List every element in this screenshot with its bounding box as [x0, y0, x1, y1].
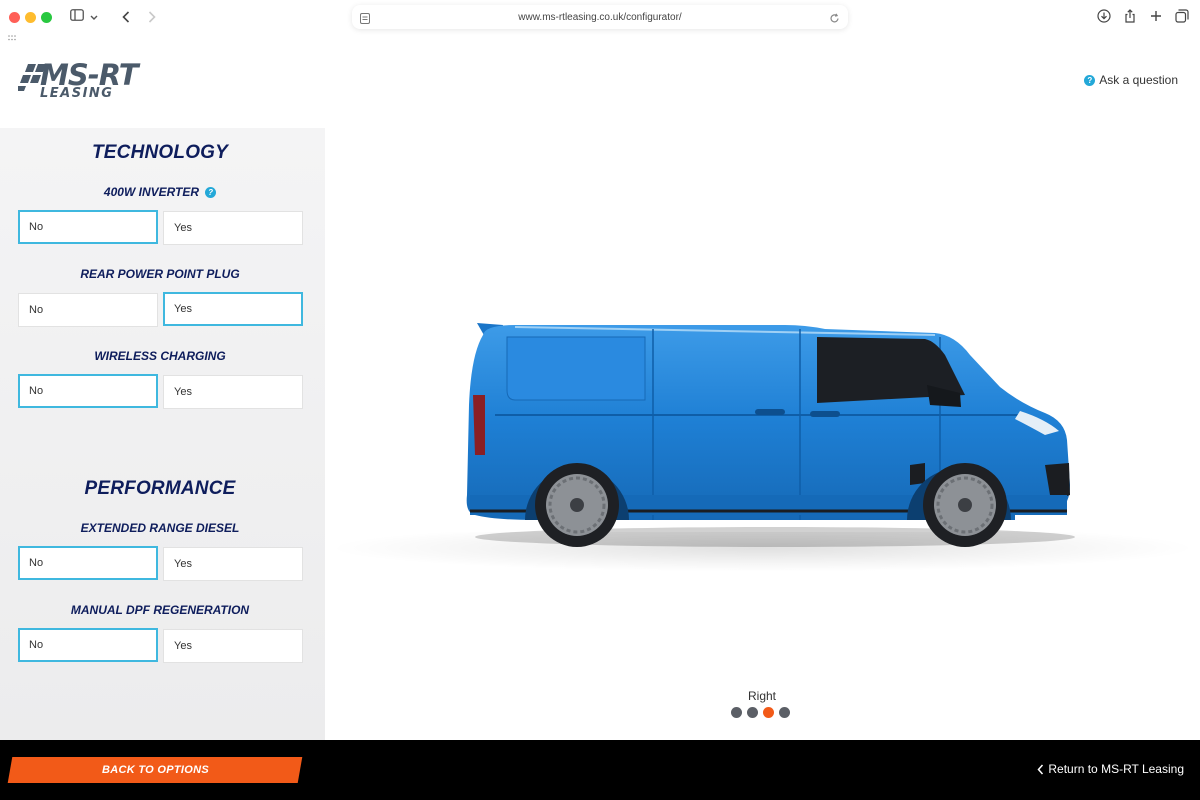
tab-overview-icon[interactable] — [1174, 8, 1190, 24]
view-dot-1[interactable] — [731, 707, 742, 718]
inverter-no-button[interactable]: No — [18, 210, 158, 244]
site-logo[interactable]: MS-RT LEASING — [18, 58, 158, 102]
chevron-down-icon — [90, 8, 98, 26]
view-angle-label: Right — [747, 689, 776, 703]
chevron-left-icon — [122, 11, 130, 23]
options-panel: TECHNOLOGY 400W INVERTER ? No Yes REAR P… — [0, 128, 325, 740]
rear-power-yes-button[interactable]: Yes — [163, 292, 303, 326]
page-settings-icon[interactable] — [360, 11, 370, 29]
van-image[interactable] — [455, 315, 1095, 555]
share-icon[interactable] — [1122, 8, 1138, 24]
view-dot-4[interactable] — [779, 707, 790, 718]
option-label-400w-inverter: 400W INVERTER ? — [0, 185, 320, 199]
performance-heading: PERFORMANCE — [84, 478, 236, 499]
maximize-window-button[interactable] — [41, 12, 52, 23]
forward-nav-button[interactable] — [142, 6, 162, 28]
front-wheel — [923, 463, 1007, 547]
extended-range-no-button[interactable]: No — [18, 546, 158, 580]
dpf-yes-button[interactable]: Yes — [163, 629, 303, 663]
url-text: www.ms-rtleasing.co.uk/configurator/ — [518, 11, 682, 23]
address-bar[interactable]: www.ms-rtleasing.co.uk/configurator/ — [352, 5, 848, 29]
sidebar-icon — [70, 8, 84, 26]
ask-question-label: Ask a question — [1099, 73, 1178, 87]
help-icon: ? — [1084, 74, 1096, 86]
chevron-left-icon — [1037, 764, 1044, 774]
back-to-options-button[interactable]: BACK TO OPTIONS — [7, 757, 303, 783]
chevron-right-icon — [148, 11, 156, 23]
footer-bar: BACK TO OPTIONS Return to MS-RT Leasing — [0, 740, 1200, 800]
view-dot-3[interactable] — [763, 707, 774, 718]
extended-range-yes-button[interactable]: Yes — [163, 547, 303, 581]
return-to-site-link[interactable]: Return to MS-RT Leasing — [1037, 762, 1184, 776]
close-window-button[interactable] — [9, 12, 20, 23]
reload-icon[interactable] — [829, 11, 840, 29]
back-to-options-label: BACK TO OPTIONS — [101, 764, 209, 776]
return-link-label: Return to MS-RT Leasing — [1048, 762, 1184, 776]
back-nav-button[interactable] — [116, 6, 136, 28]
logo-subtitle: LEASING — [40, 86, 114, 101]
drag-handle-icon — [8, 35, 16, 41]
new-tab-icon[interactable] — [1148, 8, 1164, 24]
dpf-no-button[interactable]: No — [18, 628, 158, 662]
browser-toolbar: www.ms-rtleasing.co.uk/configurator/ — [0, 0, 1200, 34]
sidebar-toggle-button[interactable] — [62, 6, 106, 28]
option-label-wireless-charging: WIRELESS CHARGING — [94, 349, 226, 363]
rear-power-no-button[interactable]: No — [18, 293, 158, 327]
view-dot-2[interactable] — [747, 707, 758, 718]
wireless-yes-button[interactable]: Yes — [163, 375, 303, 409]
view-carousel-dots — [731, 707, 790, 718]
option-label-extended-range: EXTENDED RANGE DIESEL — [80, 521, 240, 535]
wireless-no-button[interactable]: No — [18, 374, 158, 408]
rear-wheel — [535, 463, 619, 547]
option-label-rear-power-point: REAR POWER POINT PLUG — [80, 267, 240, 281]
option-label-manual-dpf: MANUAL DPF REGENERATION — [70, 603, 250, 617]
download-icon[interactable] — [1096, 8, 1112, 24]
help-icon[interactable]: ? — [205, 186, 217, 198]
minimize-window-button[interactable] — [25, 12, 36, 23]
inverter-yes-button[interactable]: Yes — [163, 211, 303, 245]
technology-heading: TECHNOLOGY — [91, 142, 229, 163]
ask-question-link[interactable]: ? Ask a question — [1084, 73, 1178, 87]
